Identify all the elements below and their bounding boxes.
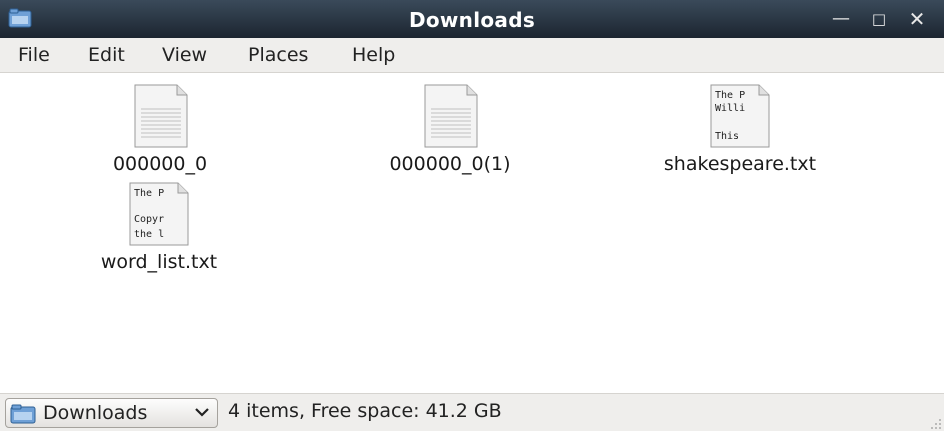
menu-file[interactable]: File	[14, 42, 54, 68]
location-label: Downloads	[43, 402, 148, 424]
file-item[interactable]: The P Willi This shakespeare.txt	[640, 83, 840, 175]
preview-line: Copyr	[134, 214, 164, 225]
preview-line: the l	[134, 229, 164, 240]
blank-document-icon	[424, 84, 478, 148]
window-title: Downloads	[408, 8, 536, 32]
menu-places[interactable]: Places	[244, 42, 312, 68]
status-bar: Downloads 4 items, Free space: 41.2 GB	[0, 393, 944, 431]
resize-grip-icon[interactable]	[928, 416, 942, 430]
file-name: shakespeare.txt	[663, 153, 817, 175]
title-bar[interactable]: Downloads — □ ✕	[0, 0, 944, 39]
menu-edit[interactable]: Edit	[84, 42, 129, 68]
preview-line: Willi	[715, 103, 745, 114]
chevron-down-icon	[195, 408, 209, 417]
menu-bar: File Edit View Places Help	[0, 38, 944, 73]
text-document-icon: The P Copyr the l	[129, 182, 189, 246]
minimize-button[interactable]: —	[828, 6, 854, 32]
text-document-icon: The P Willi This	[710, 84, 770, 148]
maximize-button[interactable]: □	[866, 6, 892, 32]
menu-help[interactable]: Help	[348, 42, 399, 68]
file-manager-window: Downloads — □ ✕ File Edit View Places He…	[0, 0, 944, 431]
status-summary: 4 items, Free space: 41.2 GB	[228, 400, 502, 422]
location-dropdown[interactable]: Downloads	[5, 398, 218, 428]
preview-line: This	[715, 131, 739, 142]
close-button[interactable]: ✕	[904, 6, 930, 32]
file-item[interactable]: The P Copyr the l word_list.txt	[79, 181, 239, 273]
preview-line: The P	[715, 90, 745, 101]
file-name: 000000_0(1)	[389, 153, 511, 175]
file-item[interactable]: 000000_0(1)	[370, 83, 530, 175]
file-item[interactable]: 000000_0	[80, 83, 240, 175]
blank-document-icon	[134, 84, 188, 148]
file-icon-view[interactable]: 000000_0 000000_0(1) The P Willi This sh…	[0, 73, 944, 393]
folder-icon	[10, 404, 36, 424]
file-name: 000000_0	[112, 153, 208, 175]
preview-line: The P	[134, 188, 164, 199]
menu-view[interactable]: View	[158, 42, 211, 68]
file-name: word_list.txt	[100, 251, 218, 273]
